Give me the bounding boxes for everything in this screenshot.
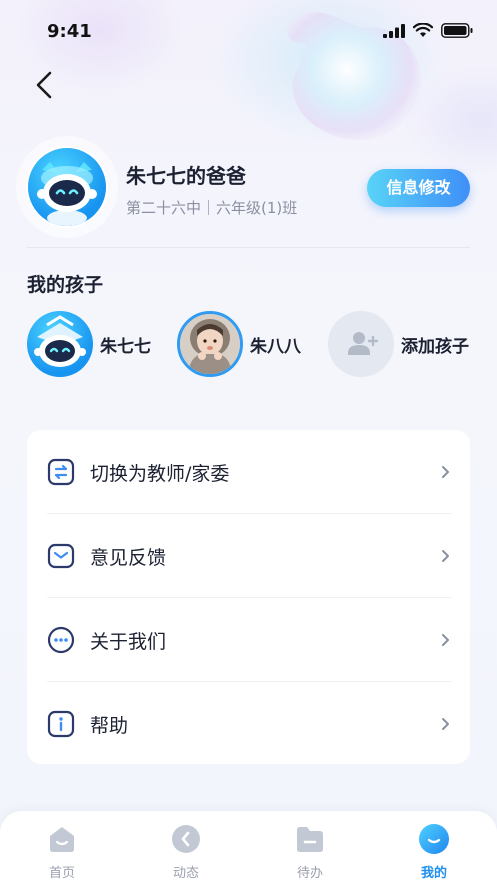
child-item[interactable]: 朱七七 bbox=[27, 311, 151, 377]
robot-avatar-icon bbox=[37, 162, 97, 226]
edit-info-button[interactable]: 信息修改 bbox=[367, 169, 470, 207]
activity-icon bbox=[172, 825, 200, 853]
menu-item-label: 切换为教师/家委 bbox=[90, 462, 230, 485]
tab-todo[interactable]: 待办 bbox=[275, 823, 345, 881]
tab-profile[interactable]: 我的 bbox=[399, 823, 469, 881]
menu-item-help[interactable]: 帮助 bbox=[47, 682, 451, 766]
wifi-icon bbox=[413, 23, 433, 37]
profile-smile-icon bbox=[419, 824, 449, 854]
swap-icon bbox=[47, 458, 75, 486]
menu-item-label: 关于我们 bbox=[90, 630, 167, 653]
signal-icon bbox=[383, 23, 405, 38]
child-name: 朱八八 bbox=[250, 336, 301, 357]
menu-item-switch-role[interactable]: 切换为教师/家委 bbox=[47, 430, 451, 514]
add-child-button[interactable]: 添加孩子 bbox=[328, 311, 469, 377]
menu-item-about[interactable]: 关于我们 bbox=[47, 598, 451, 682]
add-child-label: 添加孩子 bbox=[401, 336, 469, 357]
menu-item-feedback[interactable]: 意见反馈 bbox=[47, 514, 451, 598]
info-icon bbox=[47, 710, 75, 738]
chevron-right-icon bbox=[442, 550, 449, 562]
home-icon bbox=[50, 827, 74, 852]
user-avatar[interactable] bbox=[26, 146, 108, 228]
tab-label: 我的 bbox=[420, 866, 447, 881]
todo-folder-icon bbox=[297, 827, 323, 852]
child-name: 朱七七 bbox=[100, 336, 151, 357]
chevron-right-icon bbox=[442, 466, 449, 478]
tab-activity[interactable]: 动态 bbox=[151, 823, 221, 881]
user-name: 朱七七的爸爸 bbox=[126, 164, 246, 188]
more-dots-icon bbox=[47, 626, 75, 654]
my-children-title: 我的孩子 bbox=[27, 274, 104, 296]
menu-item-label: 帮助 bbox=[90, 714, 129, 737]
mail-icon bbox=[47, 543, 75, 569]
menu-item-label: 意见反馈 bbox=[90, 546, 167, 569]
divider bbox=[27, 247, 470, 248]
user-school-class: 第二十六中｜六年级(1)班 bbox=[126, 199, 298, 217]
battery-icon bbox=[441, 23, 473, 38]
child-photo-image bbox=[180, 314, 240, 374]
robot-avatar-icon bbox=[34, 315, 86, 367]
tab-label: 首页 bbox=[48, 866, 75, 881]
back-button[interactable] bbox=[30, 68, 60, 102]
child-avatar bbox=[27, 311, 93, 377]
status-bar: 9:41 bbox=[0, 0, 497, 62]
child-photo bbox=[177, 311, 243, 377]
tab-bar: 首页 动态 待办 我的 bbox=[0, 811, 497, 883]
tab-label: 动态 bbox=[172, 866, 199, 881]
status-time: 9:41 bbox=[47, 21, 92, 42]
tab-home[interactable]: 首页 bbox=[27, 823, 97, 881]
menu-card: 切换为教师/家委 意见反馈 关于我们 帮助 bbox=[27, 430, 470, 764]
chevron-right-icon bbox=[442, 634, 449, 646]
chevron-right-icon bbox=[442, 718, 449, 730]
add-child-avatar bbox=[328, 311, 394, 377]
add-user-icon bbox=[348, 332, 379, 355]
tab-label: 待办 bbox=[296, 866, 323, 881]
child-item[interactable]: 朱八八 bbox=[177, 311, 301, 377]
